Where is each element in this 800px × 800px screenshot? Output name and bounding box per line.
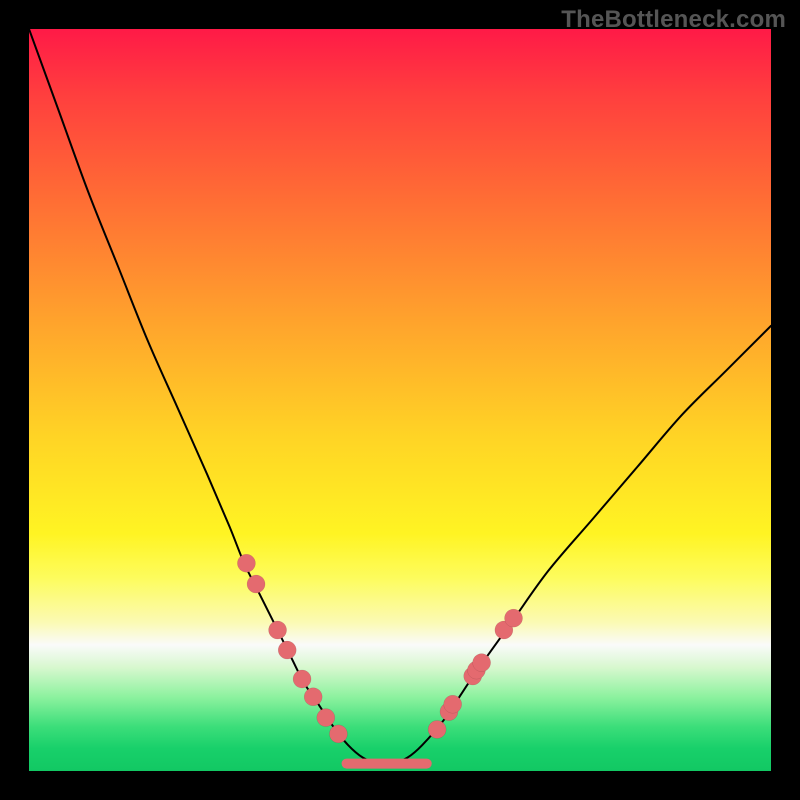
data-dot [428,720,446,738]
data-dot [329,725,347,743]
data-dot [444,695,462,713]
data-dot [505,609,523,627]
data-dot [269,621,287,639]
data-dot [278,641,296,659]
data-dot [317,709,335,727]
data-dot [304,688,322,706]
chart-frame: TheBottleneck.com [0,0,800,800]
bottleneck-curve [29,29,771,764]
plot-area [29,29,771,771]
watermark-label: TheBottleneck.com [561,6,786,34]
data-dot [293,670,311,688]
data-dot [247,575,265,593]
data-dot [473,654,491,672]
data-dot [237,554,255,572]
data-dots [237,554,522,743]
curve-svg [29,29,771,771]
